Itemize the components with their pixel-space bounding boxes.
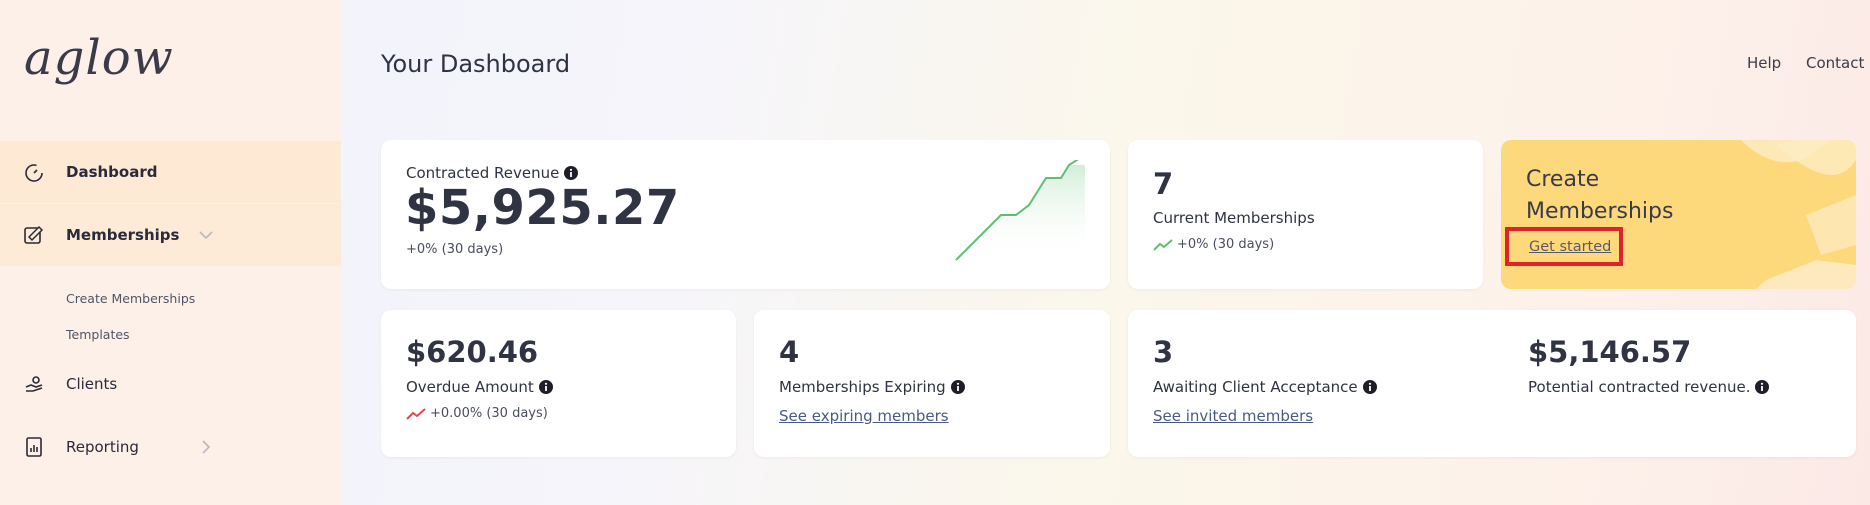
info-icon[interactable]	[1755, 380, 1770, 394]
trend-up-red-icon	[406, 407, 426, 420]
help-link[interactable]: Help	[1747, 54, 1781, 72]
sidebar-item-reporting[interactable]: Reporting	[0, 416, 341, 478]
info-icon[interactable]	[1362, 380, 1377, 394]
current-memberships-change: +0% (30 days)	[1177, 237, 1275, 252]
contracted-revenue-card: Contracted Revenue $5,925.27 +0% (30 day…	[381, 140, 1110, 289]
dashboard-icon	[25, 164, 43, 182]
chevron-down-icon[interactable]	[196, 225, 216, 245]
current-memberships-value: 7	[1153, 167, 1174, 201]
sidebar-item-dashboard[interactable]: Dashboard	[0, 141, 341, 203]
revenue-trend-sparkline	[955, 160, 1085, 261]
sidebar-item-memberships[interactable]: Memberships	[0, 204, 341, 266]
reporting-icon	[26, 437, 42, 457]
memberships-expiring-label: Memberships Expiring	[779, 378, 946, 396]
sidebar-item-label: Dashboard	[66, 163, 158, 181]
overdue-amount-card: $620.46 Overdue Amount +0.00% (30 days)	[381, 310, 736, 457]
info-icon[interactable]	[538, 380, 553, 394]
overdue-amount-value: $620.46	[406, 335, 539, 369]
sidebar-item-label: Memberships	[66, 226, 180, 244]
see-expiring-members-link[interactable]: See expiring members	[779, 407, 949, 425]
clients-icon	[25, 376, 43, 392]
contact-link[interactable]: Contact	[1806, 54, 1864, 72]
info-icon[interactable]	[950, 380, 965, 394]
get-started-highlight: Get started	[1505, 227, 1623, 266]
overdue-amount-label: Overdue Amount	[406, 378, 534, 396]
info-icon[interactable]	[564, 166, 579, 180]
memberships-expiring-card: 4 Memberships Expiring See expiring memb…	[754, 310, 1110, 457]
get-started-link[interactable]: Get started	[1529, 239, 1611, 255]
page-title: Your Dashboard	[381, 50, 571, 78]
awaiting-acceptance-card: 3 Awaiting Client Acceptance See invited…	[1128, 310, 1856, 457]
sidebar-item-clients[interactable]: Clients	[0, 353, 341, 415]
contracted-revenue-value: $5,925.27	[405, 180, 680, 236]
see-invited-members-link[interactable]: See invited members	[1153, 407, 1313, 425]
chevron-right-icon[interactable]	[196, 437, 216, 457]
memberships-expiring-value: 4	[779, 335, 800, 369]
potential-revenue-value: $5,146.57	[1528, 335, 1692, 369]
awaiting-acceptance-label: Awaiting Client Acceptance	[1153, 378, 1358, 396]
sidebar-subitem-create-memberships[interactable]: Create Memberships	[66, 291, 195, 306]
awaiting-acceptance-value: 3	[1153, 335, 1174, 369]
current-memberships-label: Current Memberships	[1153, 209, 1315, 227]
sidebar-item-label: Reporting	[66, 438, 139, 456]
current-memberships-card: 7 Current Memberships +0% (30 days)	[1128, 140, 1483, 289]
create-memberships-promo-card: Create Memberships Get started	[1501, 140, 1856, 289]
contracted-revenue-change: +0% (30 days)	[406, 242, 504, 257]
decorative-shapes-icon	[1741, 140, 1856, 289]
potential-revenue-label: Potential contracted revenue.	[1528, 378, 1751, 396]
brand-logo[interactable]: aglow	[24, 30, 174, 86]
memberships-icon	[24, 225, 44, 244]
sidebar: aglow Dashboard Memberships Create Membe…	[0, 0, 341, 505]
overdue-amount-change: +0.00% (30 days)	[430, 406, 548, 421]
sidebar-subitem-templates[interactable]: Templates	[66, 327, 130, 342]
create-memberships-title: Create Memberships	[1526, 167, 1674, 224]
sidebar-item-label: Clients	[66, 375, 118, 393]
trend-up-icon	[1153, 238, 1173, 251]
